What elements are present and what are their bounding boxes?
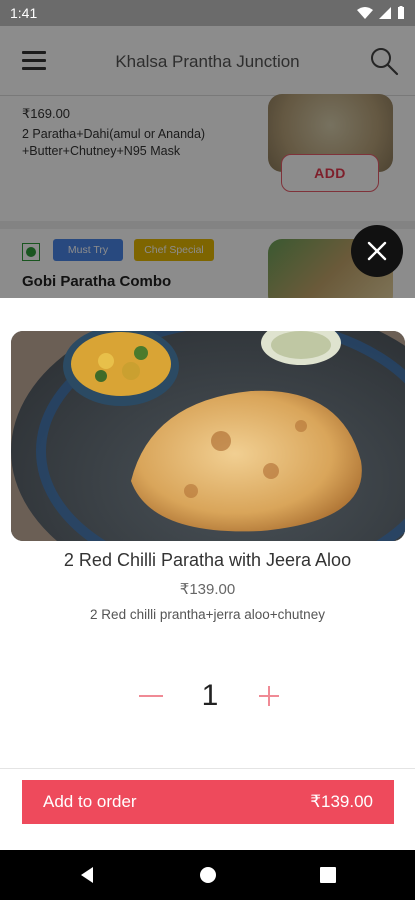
recents-icon[interactable] — [318, 865, 338, 885]
system-nav-bar — [0, 850, 415, 900]
dish-photo — [11, 331, 405, 541]
quantity-stepper: 1 — [0, 676, 415, 716]
dish-image — [11, 331, 405, 541]
quantity-value: 1 — [201, 679, 219, 712]
wifi-icon — [357, 7, 373, 19]
add-to-order-label: Add to order — [43, 792, 137, 811]
order-total: ₹139.00 — [310, 792, 373, 811]
signal-icon — [379, 7, 391, 19]
dish-title: 2 Red Chilli Paratha with Jeera Aloo — [63, 550, 352, 570]
decrement-button[interactable] — [136, 676, 166, 716]
dish-price: ₹139.00 — [179, 581, 236, 598]
status-icons — [357, 6, 405, 20]
dish-description: 2 Red chilli prantha+jerra aloo+chutney — [90, 607, 325, 622]
plus-icon — [259, 686, 279, 706]
close-icon — [367, 241, 387, 261]
add-to-order-button[interactable]: Add to order ₹139.00 — [22, 780, 394, 824]
minus-icon — [139, 695, 163, 697]
back-icon[interactable] — [78, 865, 98, 885]
status-time: 1:41 — [10, 5, 38, 21]
order-footer: Add to order ₹139.00 — [0, 768, 415, 850]
status-bar: 1:41 — [0, 0, 415, 26]
increment-button[interactable] — [254, 676, 284, 716]
close-button[interactable] — [351, 225, 403, 277]
battery-icon — [398, 6, 404, 19]
home-icon[interactable] — [198, 865, 218, 885]
item-detail-sheet: 2 Red Chilli Paratha with Jeera Aloo ₹13… — [0, 298, 415, 768]
